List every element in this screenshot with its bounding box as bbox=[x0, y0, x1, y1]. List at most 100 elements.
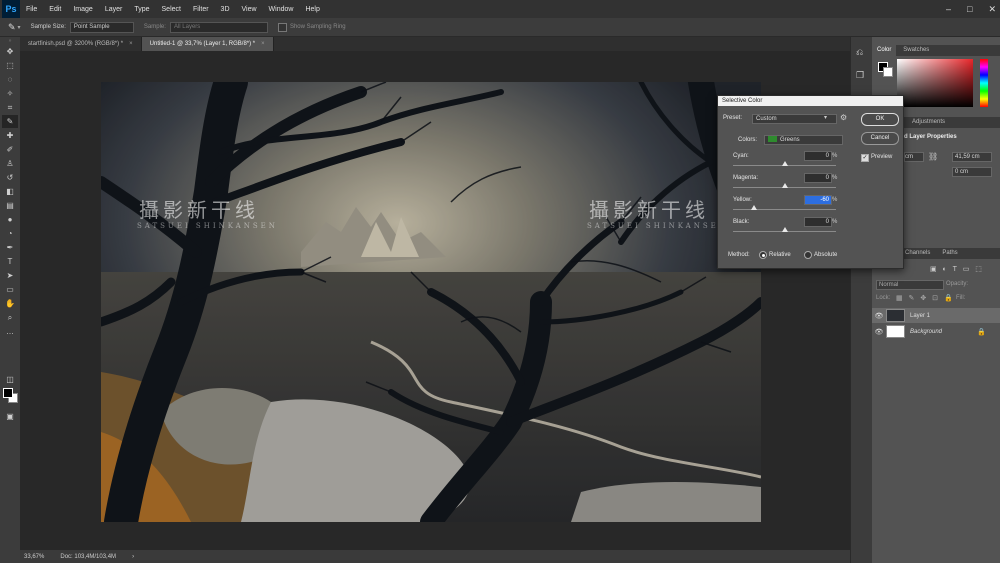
yellow-slider-thumb[interactable] bbox=[750, 205, 757, 210]
menu-layer[interactable]: Layer bbox=[99, 6, 129, 13]
foreground-background-swatches[interactable] bbox=[3, 388, 18, 403]
relative-radio[interactable] bbox=[759, 251, 767, 259]
zoom-level[interactable]: 33,67% bbox=[24, 554, 44, 560]
eye-icon[interactable]: 👁 bbox=[872, 328, 886, 336]
menu-edit[interactable]: Edit bbox=[43, 6, 67, 13]
document-image[interactable]: 攝影新干线 SATSUEI SHINKANSEN 攝影新干线 SATSUEI S… bbox=[101, 82, 761, 522]
watermark-right-en: SATSUEI SHINKANSEN bbox=[587, 222, 728, 230]
cyan-input[interactable]: 0 bbox=[804, 151, 832, 161]
layer-row-layer-1[interactable]: 👁 Layer 1 bbox=[872, 308, 1000, 323]
close-icon[interactable]: × bbox=[129, 41, 133, 47]
eyedropper-icon[interactable]: ✎ bbox=[8, 22, 16, 33]
menu-help[interactable]: Help bbox=[299, 6, 325, 13]
menu-3d[interactable]: 3D bbox=[215, 6, 236, 13]
colors-swatch bbox=[768, 136, 777, 143]
colors-select-value: Greens bbox=[780, 137, 800, 143]
tab-channels[interactable]: Channels bbox=[900, 248, 935, 259]
eye-icon[interactable]: 👁 bbox=[872, 312, 886, 320]
magenta-input[interactable]: 0 bbox=[804, 173, 832, 183]
preset-chevron-icon: ▾ bbox=[824, 115, 828, 121]
tool-preset-chevron-icon[interactable]: ▾ bbox=[18, 24, 21, 31]
gradient-tool-icon[interactable]: ▤ bbox=[2, 199, 18, 212]
absolute-radio[interactable] bbox=[804, 251, 812, 259]
history-panel-icon[interactable]: ⎌ bbox=[856, 47, 863, 58]
status-menu-arrow-icon[interactable]: › bbox=[132, 554, 134, 560]
clone-stamp-tool-icon[interactable]: ♙ bbox=[2, 157, 18, 170]
color-picker-field[interactable] bbox=[897, 59, 973, 107]
close-icon[interactable]: × bbox=[261, 41, 265, 47]
menu-view[interactable]: View bbox=[236, 6, 263, 13]
yellow-input[interactable]: -60 bbox=[804, 195, 832, 205]
history-brush-tool-icon[interactable]: ↺ bbox=[2, 171, 18, 184]
screen-mode-icon[interactable]: ▣ bbox=[2, 410, 18, 423]
document-tabs: startfinish.psd @ 3200% (RGB/8*) * × Unti… bbox=[20, 37, 850, 51]
zoom-tool-icon[interactable]: ⌕ bbox=[2, 311, 18, 324]
eraser-tool-icon[interactable]: ◧ bbox=[2, 185, 18, 198]
color-panel-tabs: Color Swatches bbox=[872, 45, 1000, 56]
layer-row-background[interactable]: 👁 Background 🔒 bbox=[872, 324, 1000, 339]
cyan-slider-thumb[interactable] bbox=[781, 161, 788, 166]
tab-swatches[interactable]: Swatches bbox=[898, 45, 934, 56]
tab-color[interactable]: Color bbox=[872, 45, 897, 56]
menu-filter[interactable]: Filter bbox=[187, 6, 215, 13]
preview-checkbox[interactable]: ✓ bbox=[861, 154, 869, 162]
properties-title: d Layer Properties bbox=[904, 134, 957, 140]
move-tool-icon[interactable]: ✥ bbox=[2, 45, 18, 58]
blur-tool-icon[interactable]: ● bbox=[2, 213, 18, 226]
lasso-tool-icon[interactable]: ◌ bbox=[2, 73, 18, 86]
link-icon[interactable]: ⛓ bbox=[928, 152, 938, 161]
magenta-slider-thumb[interactable] bbox=[781, 183, 788, 188]
quick-select-tool-icon[interactable]: ✧ bbox=[2, 87, 18, 100]
minimize-button[interactable]: – bbox=[946, 4, 951, 14]
colors-select[interactable]: Greens bbox=[764, 135, 843, 145]
foreground-color-swatch[interactable] bbox=[3, 388, 13, 398]
tab-startfinish[interactable]: startfinish.psd @ 3200% (RGB/8*) * × bbox=[20, 37, 142, 51]
rectangle-tool-icon[interactable]: ▭ bbox=[2, 283, 18, 296]
marquee-tool-icon[interactable]: ⬚ bbox=[2, 59, 18, 72]
tab-adjustments[interactable]: Adjustments bbox=[907, 117, 950, 128]
layer-filter-icons[interactable]: ▣ ◐ T ▭ ⬚ bbox=[930, 265, 984, 273]
path-selection-tool-icon[interactable]: ➤ bbox=[2, 269, 18, 282]
libraries-panel-icon[interactable]: ❐ bbox=[856, 70, 864, 81]
brush-tool-icon[interactable]: ✐ bbox=[2, 143, 18, 156]
menu-select[interactable]: Select bbox=[156, 6, 187, 13]
hue-slider[interactable] bbox=[980, 59, 988, 107]
healing-brush-tool-icon[interactable]: ✚ bbox=[2, 129, 18, 142]
black-input[interactable]: 0 bbox=[804, 217, 832, 227]
toolbar-collapse-icon[interactable]: » bbox=[2, 38, 18, 44]
props-h-field[interactable]: 41,59 cm bbox=[952, 152, 992, 162]
type-tool-icon[interactable]: T bbox=[2, 255, 18, 268]
tab-paths[interactable]: Paths bbox=[937, 248, 962, 259]
ok-button[interactable]: OK bbox=[861, 113, 899, 126]
menu-file[interactable]: File bbox=[20, 6, 43, 13]
window-controls: – □ ✕ bbox=[946, 0, 996, 18]
magenta-label: Magenta: bbox=[733, 175, 759, 181]
close-button[interactable]: ✕ bbox=[988, 4, 996, 15]
hand-tool-icon[interactable]: ✋ bbox=[2, 297, 18, 310]
crop-tool-icon[interactable]: ⌗ bbox=[2, 101, 18, 114]
sample-size-select[interactable]: Point Sample bbox=[69, 21, 134, 33]
black-slider-thumb[interactable] bbox=[781, 227, 788, 232]
eyedropper-tool-icon[interactable]: ✎ bbox=[2, 115, 18, 128]
yellow-slider-track[interactable] bbox=[733, 209, 836, 210]
show-ring-checkbox[interactable] bbox=[277, 22, 287, 32]
preset-options-gear-icon[interactable]: ⚙ bbox=[840, 113, 847, 122]
maximize-button[interactable]: □ bbox=[967, 4, 972, 14]
more-tools-icon[interactable]: … bbox=[2, 325, 18, 338]
lock-icons[interactable]: ▦ ✎ ✥ ⊡ 🔒 bbox=[896, 294, 955, 302]
photoshop-logo: Ps bbox=[2, 0, 20, 18]
props-w-field[interactable]: cm bbox=[904, 152, 924, 162]
pen-tool-icon[interactable]: ✒ bbox=[2, 241, 18, 254]
color-bg-swatch[interactable] bbox=[883, 67, 893, 77]
dodge-tool-icon[interactable]: ◔ bbox=[2, 227, 18, 240]
quick-mask-icon[interactable]: ◫ bbox=[2, 373, 18, 386]
menu-type[interactable]: Type bbox=[128, 6, 155, 13]
menu-window[interactable]: Window bbox=[263, 6, 300, 13]
cancel-button[interactable]: Cancel bbox=[861, 132, 899, 145]
blend-mode-select[interactable]: Normal bbox=[876, 280, 944, 290]
menu-image[interactable]: Image bbox=[67, 6, 98, 13]
tab-untitled-1[interactable]: Untitled-1 @ 33,7% (Layer 1, RGB/8*) * × bbox=[141, 37, 274, 51]
sample-select[interactable]: All Layers bbox=[169, 21, 268, 33]
black-label: Black: bbox=[733, 219, 750, 225]
props-y-field[interactable]: 0 cm bbox=[952, 167, 992, 177]
